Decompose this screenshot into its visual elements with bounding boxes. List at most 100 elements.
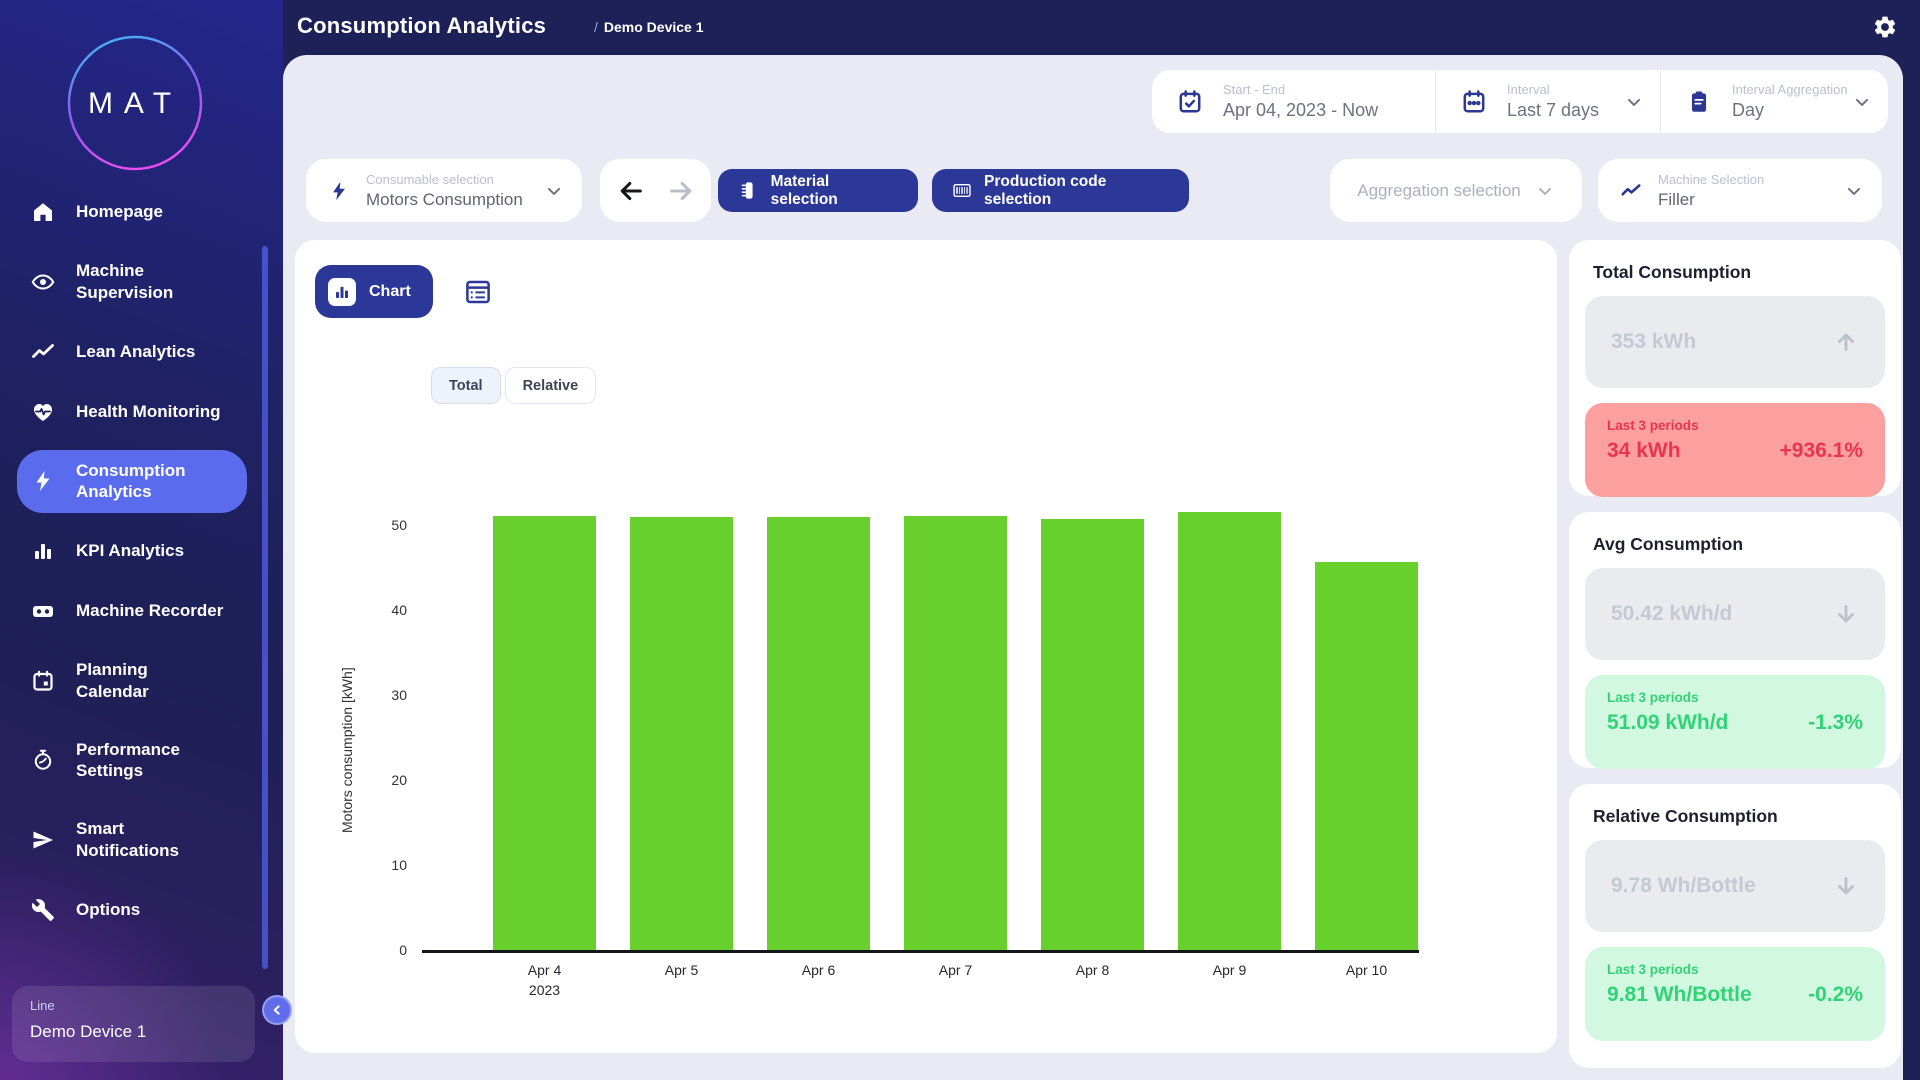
eye-icon [31, 270, 55, 294]
sidebar-scrollbar[interactable] [262, 246, 268, 969]
arrow-down-icon [1833, 601, 1859, 627]
stat-main-value: 50.42 kWh/d [1611, 602, 1732, 626]
bolt-icon [31, 469, 55, 493]
avg-consumption-card: Avg Consumption 50.42 kWh/d Last 3 perio… [1569, 512, 1901, 768]
barcode-icon [952, 180, 972, 201]
machine-label: Machine Selection [1658, 172, 1764, 187]
bar[interactable] [1178, 512, 1281, 950]
sidebar-item-performance-settings[interactable]: Performance Settings [17, 729, 247, 793]
trend-line-icon [31, 340, 55, 364]
x-tick-label: Apr 9 [1161, 961, 1298, 981]
y-tick-label: 30 [295, 685, 407, 705]
chart-view-button[interactable]: Chart [315, 265, 433, 318]
trend-line-icon [1620, 180, 1642, 202]
app-window: Consumption Analytics /Demo Device 1 MAT… [0, 0, 1920, 1080]
period-label: Last 3 periods [1607, 690, 1863, 705]
bar[interactable] [1041, 519, 1144, 950]
start-end-label: Start - End [1223, 82, 1378, 97]
consumable-selector[interactable]: Consumable selectionMotors Consumption [306, 159, 582, 222]
chevron-down-icon [1852, 92, 1872, 112]
total-consumption-card: Total Consumption 353 kWh Last 3 periods… [1569, 240, 1901, 496]
production-code-selection-button[interactable]: Production code selection [932, 169, 1189, 212]
material-selection-button[interactable]: Material selection [718, 169, 918, 212]
interval-aggregation-selector[interactable]: Interval Aggregation Day [1660, 70, 1888, 133]
period-value: 9.81 Wh/Bottle [1607, 983, 1752, 1007]
arrow-up-icon [1833, 329, 1859, 355]
sidebar-item-lean-analytics[interactable]: Lean Analytics [17, 330, 247, 374]
sidebar-collapse-button[interactable] [262, 995, 292, 1025]
period-delta: -0.2% [1808, 983, 1863, 1007]
x-tick-label: Apr 7 [887, 961, 1024, 981]
aggregation-value: Day [1732, 100, 1848, 121]
aggregation-selection[interactable]: Aggregation selection [1330, 159, 1582, 222]
bar[interactable] [493, 516, 596, 950]
period-delta: -1.3% [1808, 711, 1863, 735]
chevron-left-icon [269, 1002, 285, 1018]
interval-value: Last 7 days [1507, 100, 1599, 121]
bar-chart-icon [31, 539, 55, 563]
bar[interactable] [767, 517, 870, 951]
period-label: Last 3 periods [1607, 962, 1863, 977]
table-view-icon[interactable] [463, 277, 493, 307]
bar[interactable] [630, 517, 733, 950]
x-tick-label: Apr 8 [1024, 961, 1161, 981]
recorder-icon [31, 599, 55, 623]
stat-title: Relative Consumption [1593, 806, 1885, 827]
back-arrow-button[interactable] [614, 174, 648, 208]
calendar-icon [1461, 89, 1487, 115]
sidebar-item-health-monitoring[interactable]: Health Monitoring [17, 390, 247, 434]
send-icon [31, 828, 55, 852]
toggle-total[interactable]: Total [431, 367, 501, 404]
x-tick-label: Apr 5 [613, 961, 750, 981]
stat-main-value: 353 kWh [1611, 330, 1696, 354]
page-title: Consumption Analytics [297, 13, 546, 39]
mat-logo: MAT [65, 33, 205, 173]
filter-row: Consumable selectionMotors Consumption M… [283, 159, 1903, 222]
sidebar: MAT Homepage Machine Supervision Lean An… [0, 0, 283, 1080]
period-label: Last 3 periods [1607, 418, 1863, 433]
consumable-label: Consumable selection [366, 172, 523, 187]
breadcrumb: /Demo Device 1 [594, 19, 704, 35]
sidebar-item-kpi-analytics[interactable]: KPI Analytics [17, 529, 247, 573]
forward-arrow-button[interactable] [664, 174, 698, 208]
bar[interactable] [1315, 562, 1418, 950]
period-delta: +936.1% [1780, 439, 1864, 463]
device-line-label: Line [30, 998, 237, 1013]
gear-icon[interactable] [1872, 14, 1898, 40]
stat-main-box: 353 kWh [1585, 296, 1885, 388]
arrow-down-icon [1833, 873, 1859, 899]
sidebar-item-planning-calendar[interactable]: Planning Calendar [17, 649, 247, 713]
sidebar-item-machine-recorder[interactable]: Machine Recorder [17, 589, 247, 633]
interval-selector[interactable]: IntervalLast 7 days [1435, 70, 1660, 133]
sidebar-item-smart-notifications[interactable]: Smart Notifications [17, 808, 247, 872]
material-icon [738, 180, 759, 201]
bar[interactable] [904, 516, 1007, 950]
aggregation-label: Interval Aggregation [1732, 82, 1848, 97]
sidebar-item-machine-supervision[interactable]: Machine Supervision [17, 250, 247, 314]
main-content: Start - EndApr 04, 2023 - Now IntervalLa… [283, 55, 1903, 1080]
y-tick-label: 50 [295, 515, 407, 535]
machine-selector[interactable]: Machine SelectionFiller [1598, 159, 1882, 222]
sidebar-item-options[interactable]: Options [17, 888, 247, 932]
x-tick-label: Apr 10 [1298, 961, 1435, 981]
period-nav [600, 159, 711, 222]
calendar-check-icon [1177, 89, 1203, 115]
svg-text:MAT: MAT [88, 87, 182, 120]
stopwatch-icon [31, 748, 55, 772]
period-value: 51.09 kWh/d [1607, 711, 1728, 735]
stat-main-value: 9.78 Wh/Bottle [1611, 874, 1756, 898]
clipboard-icon [1686, 89, 1712, 115]
home-icon [31, 200, 55, 224]
start-end-selector[interactable]: Start - EndApr 04, 2023 - Now [1152, 70, 1435, 133]
bar-chart-icon [328, 278, 356, 306]
calendar-icon [31, 669, 55, 693]
toggle-relative[interactable]: Relative [505, 367, 597, 404]
y-tick-label: 10 [295, 855, 407, 875]
sidebar-item-homepage[interactable]: Homepage [17, 190, 247, 234]
period-value: 34 kWh [1607, 439, 1681, 463]
sidebar-nav: Homepage Machine Supervision Lean Analyt… [17, 190, 247, 932]
sidebar-item-consumption-analytics[interactable]: Consumption Analytics [17, 450, 247, 514]
device-selector[interactable]: Line Demo Device 1 [12, 986, 255, 1062]
wrench-icon [31, 898, 55, 922]
heart-pulse-icon [31, 400, 55, 424]
